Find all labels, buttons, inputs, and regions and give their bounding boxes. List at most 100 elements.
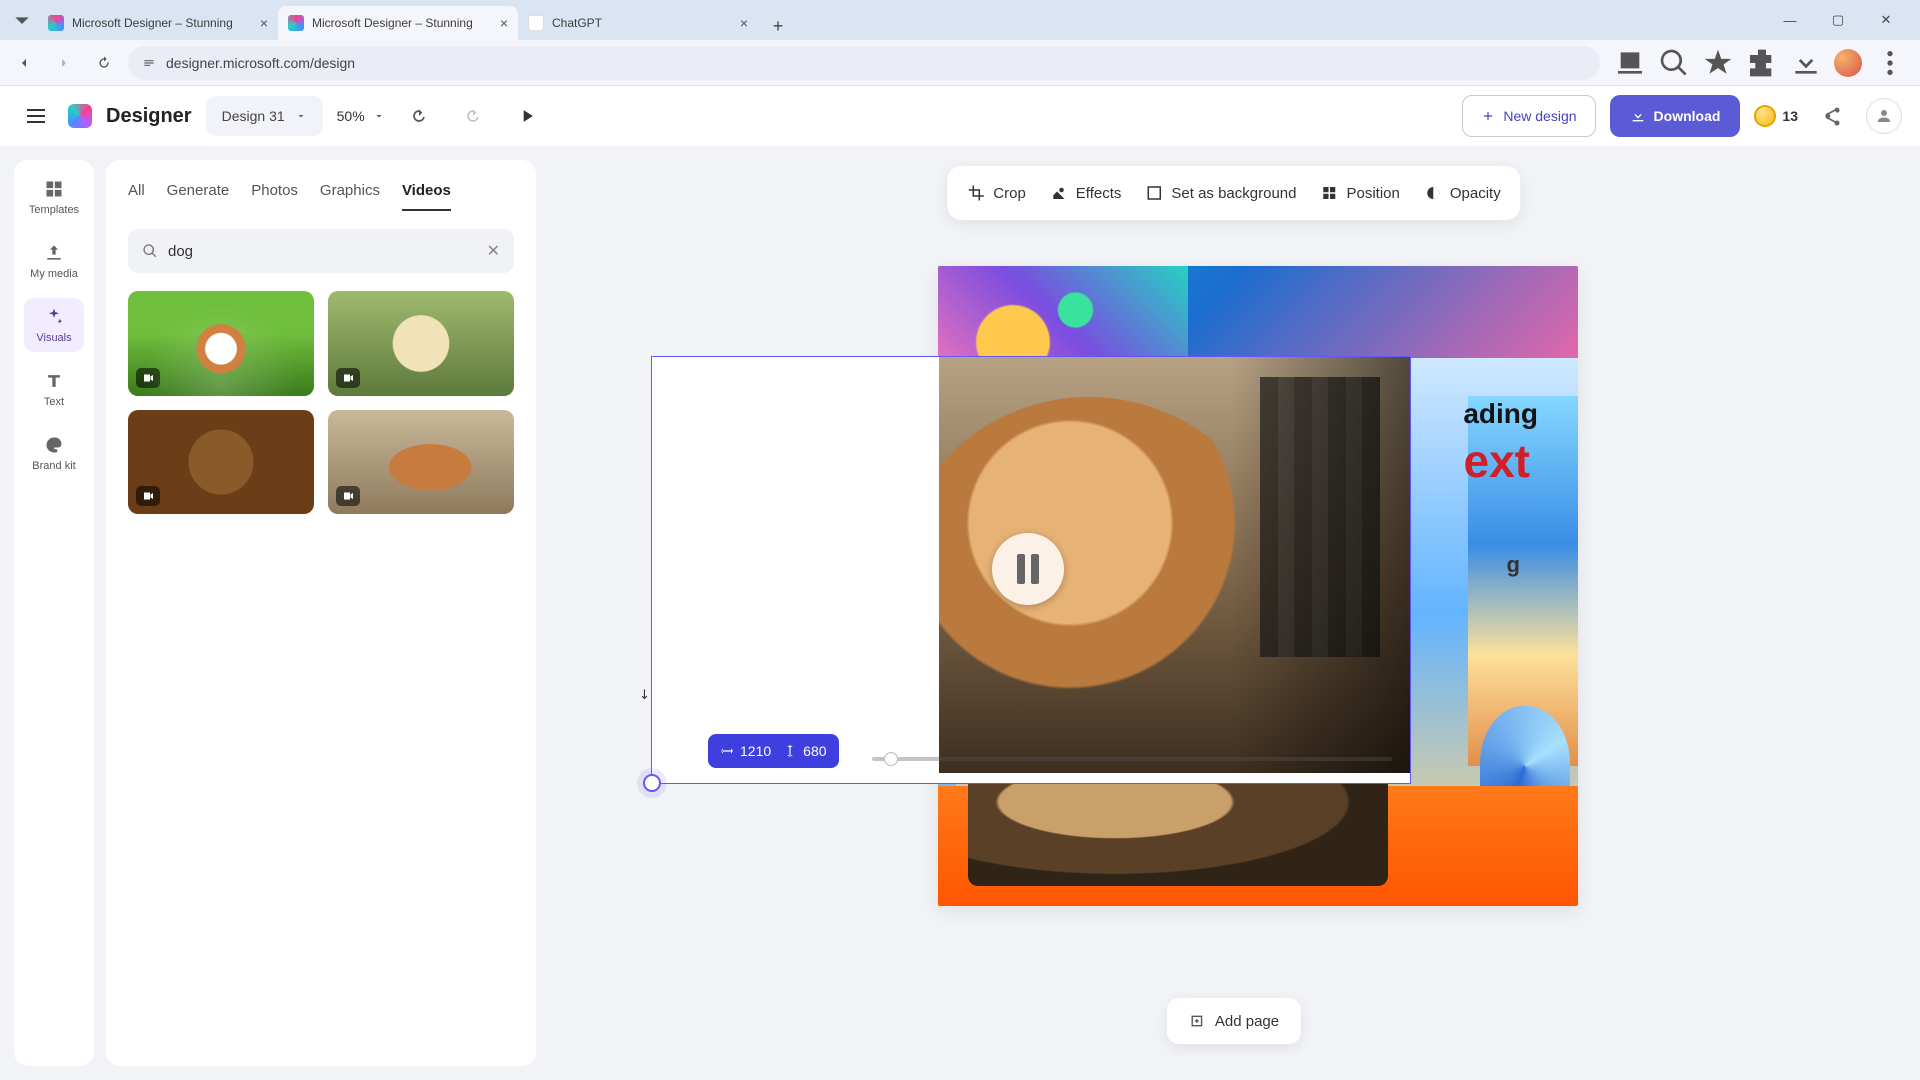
video-badge-icon <box>136 368 160 388</box>
context-toolbar: Crop Effects Set as background Position … <box>947 166 1520 220</box>
forward-button <box>48 47 80 79</box>
favicon-icon <box>48 15 64 31</box>
tab-title: ChatGPT <box>552 16 602 30</box>
clear-search-icon[interactable]: ✕ <box>487 241 500 261</box>
search-input-wrapper[interactable]: ✕ <box>128 229 514 273</box>
share-icon[interactable] <box>1812 96 1852 136</box>
video-badge-icon <box>336 368 360 388</box>
set-background-button[interactable]: Set as background <box>1145 184 1296 202</box>
rail-brandkit[interactable]: Brand kit <box>24 426 84 480</box>
tab-search-icon[interactable] <box>6 0 38 40</box>
favicon-icon <box>528 15 544 31</box>
close-icon[interactable]: × <box>260 15 268 31</box>
crop-button[interactable]: Crop <box>967 184 1026 202</box>
url-text: designer.microsoft.com/design <box>166 55 355 71</box>
bookmark-icon[interactable] <box>1702 47 1734 79</box>
profile-avatar[interactable] <box>1834 49 1862 77</box>
video-timeline[interactable] <box>872 757 1392 761</box>
coin-icon <box>1754 105 1776 127</box>
text-icon <box>24 370 84 392</box>
back-button[interactable] <box>8 47 40 79</box>
video-thumb-0[interactable] <box>128 291 314 396</box>
side-tab-generate[interactable]: Generate <box>167 182 230 211</box>
dimension-badge: 1210 680 <box>708 734 839 768</box>
new-tab-button[interactable]: + <box>764 12 792 40</box>
install-app-icon[interactable] <box>1614 47 1646 79</box>
app-name: Designer <box>106 105 192 128</box>
site-info-icon <box>142 56 156 70</box>
video-badge-icon <box>136 486 160 506</box>
bodytext-partial: g <box>1507 552 1520 578</box>
video-thumb-3[interactable] <box>328 410 514 515</box>
opacity-button[interactable]: Opacity <box>1424 184 1501 202</box>
sparkle-icon <box>24 306 84 328</box>
rail-label: Templates <box>24 204 84 216</box>
resize-handle-bl[interactable] <box>643 774 661 792</box>
kebab-menu-icon[interactable] <box>1874 47 1906 79</box>
position-button[interactable]: Position <box>1320 184 1399 202</box>
subtext-partial: ext <box>1464 434 1530 488</box>
rail-label: Visuals <box>24 332 84 344</box>
rail-text[interactable]: Text <box>24 362 84 416</box>
browser-tab-2[interactable]: ChatGPT × <box>518 6 758 40</box>
close-window-icon[interactable]: ✕ <box>1872 12 1900 28</box>
menu-button[interactable] <box>18 98 54 134</box>
rail-mymedia[interactable]: My media <box>24 234 84 288</box>
window-bars-graphic <box>1260 377 1380 657</box>
zoom-selector[interactable]: 50% <box>337 108 385 124</box>
rail-visuals[interactable]: Visuals <box>24 298 84 352</box>
tab-title: Microsoft Designer – Stunning <box>312 16 473 30</box>
designer-logo-icon <box>68 104 92 128</box>
side-tab-videos[interactable]: Videos <box>402 182 451 211</box>
download-button[interactable]: Download <box>1610 95 1741 137</box>
credits-value: 13 <box>1782 108 1798 124</box>
play-button[interactable] <box>507 96 547 136</box>
zoom-value: 50% <box>337 108 365 124</box>
undo-button[interactable] <box>399 96 439 136</box>
video-thumb-2[interactable] <box>128 410 314 515</box>
plus-icon <box>1481 109 1495 123</box>
rail-templates[interactable]: Templates <box>24 170 84 224</box>
plus-square-icon <box>1189 1013 1205 1029</box>
favicon-icon <box>288 15 304 31</box>
sel-height: 680 <box>803 743 826 759</box>
downloads-icon[interactable] <box>1790 47 1822 79</box>
side-tab-all[interactable]: All <box>128 182 145 211</box>
pause-button[interactable] <box>992 533 1064 605</box>
side-tab-photos[interactable]: Photos <box>251 182 298 211</box>
add-page-label: Add page <box>1215 1013 1279 1030</box>
side-tab-graphics[interactable]: Graphics <box>320 182 380 211</box>
rail-label: Text <box>24 396 84 408</box>
extensions-icon[interactable] <box>1746 47 1778 79</box>
new-design-label: New design <box>1503 108 1576 124</box>
close-icon[interactable]: × <box>500 15 508 31</box>
video-thumb-1[interactable] <box>328 291 514 396</box>
effects-button[interactable]: Effects <box>1050 184 1122 202</box>
download-label: Download <box>1654 108 1721 124</box>
chevron-down-icon <box>295 110 307 122</box>
credits-badge[interactable]: 13 <box>1754 105 1798 127</box>
download-icon <box>1630 108 1646 124</box>
heading-text-partial: ading <box>1463 398 1538 430</box>
search-input[interactable] <box>168 243 477 260</box>
browser-tab-1[interactable]: Microsoft Designer – Stunning × <box>278 6 518 40</box>
maximize-icon[interactable]: ▢ <box>1824 12 1852 28</box>
add-page-button[interactable]: Add page <box>1167 998 1301 1044</box>
close-icon[interactable]: × <box>740 15 748 31</box>
browser-tab-0[interactable]: Microsoft Designer – Stunning × <box>38 6 278 40</box>
timeline-knob[interactable] <box>884 752 898 766</box>
account-button[interactable] <box>1866 98 1902 134</box>
selected-video-element[interactable] <box>651 356 1411 784</box>
rail-label: My media <box>24 268 84 280</box>
reload-button[interactable] <box>88 47 120 79</box>
tab-title: Microsoft Designer – Stunning <box>72 16 233 30</box>
zoom-icon[interactable] <box>1658 47 1690 79</box>
new-design-button[interactable]: New design <box>1462 95 1595 137</box>
palette-icon <box>24 434 84 456</box>
project-name: Design 31 <box>222 108 285 124</box>
upload-icon <box>24 242 84 264</box>
project-selector[interactable]: Design 31 <box>206 96 323 136</box>
search-icon <box>142 243 158 259</box>
url-input[interactable]: designer.microsoft.com/design <box>128 46 1600 80</box>
minimize-icon[interactable]: — <box>1776 13 1804 28</box>
